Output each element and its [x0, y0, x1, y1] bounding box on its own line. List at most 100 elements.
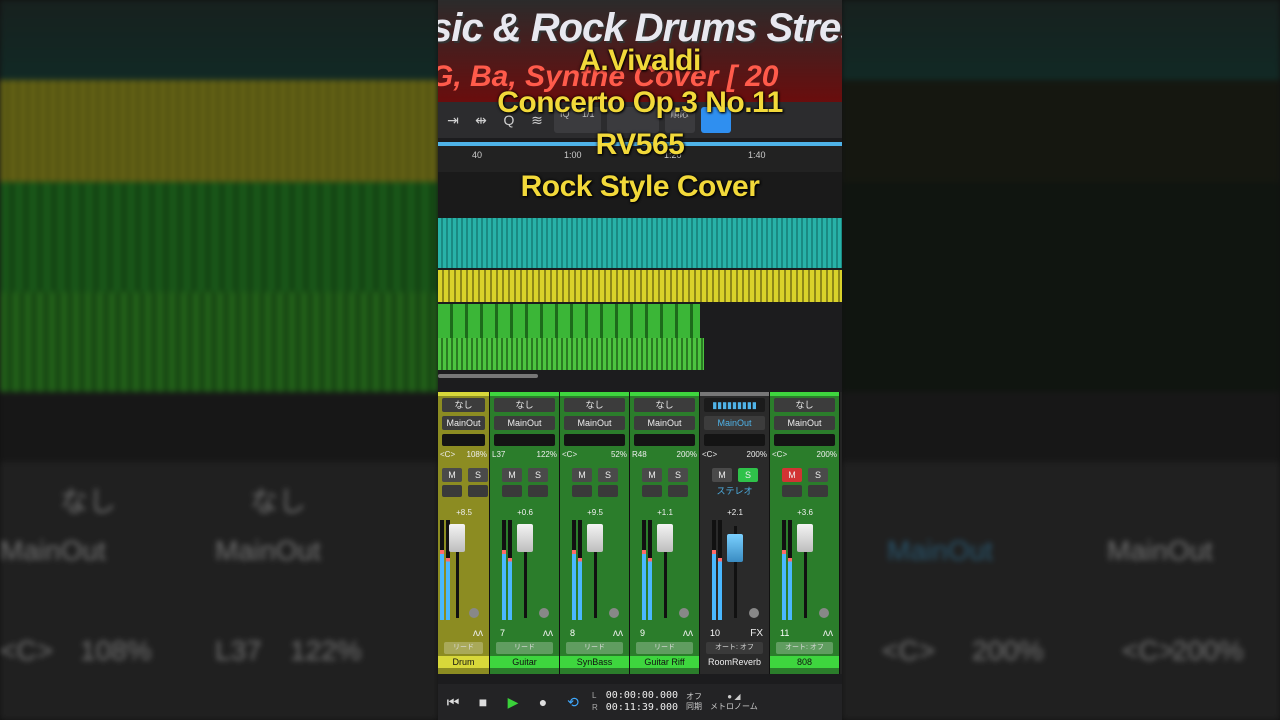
mute-button[interactable]: M — [782, 468, 802, 482]
ghost-pan-r: <C> — [882, 635, 935, 666]
horizontal-scrollbar[interactable] — [438, 374, 538, 378]
automation-mode[interactable]: オート: オフ — [706, 642, 763, 654]
volume-fader[interactable] — [657, 524, 673, 552]
send-slot[interactable]: なし — [442, 398, 485, 412]
audio-region-guitar[interactable] — [438, 270, 842, 302]
record-icon[interactable]: ● — [532, 694, 554, 710]
stop-icon[interactable]: ■ — [472, 694, 494, 710]
channel-strip-808: なし MainOut <C> 200% M S +3.6 11 ʌʌ オート: オフ 808 — [770, 392, 840, 674]
record-arm-button[interactable] — [598, 485, 618, 497]
mute-button[interactable]: M — [442, 468, 462, 482]
channel-name[interactable]: Guitar — [490, 656, 559, 668]
output-selector[interactable]: MainOut — [634, 416, 695, 430]
send-knob[interactable] — [749, 608, 759, 618]
mute-button[interactable]: M — [502, 468, 522, 482]
pan-control[interactable] — [704, 434, 765, 446]
waveform-icon[interactable]: ʌʌ — [473, 628, 483, 639]
output-selector[interactable]: MainOut — [442, 416, 485, 430]
automation-mode[interactable]: オート: オフ — [776, 642, 833, 654]
ghost-pan: <C> — [0, 635, 53, 666]
channel-number: 11 — [780, 628, 790, 638]
pan-value: L37 122% — [492, 450, 557, 459]
automation-mode[interactable]: リード — [636, 642, 693, 654]
gain-value: +2.1 — [727, 508, 743, 517]
solo-button[interactable]: S — [668, 468, 688, 482]
monitor-button[interactable] — [642, 485, 662, 497]
waveform-icon[interactable]: ʌʌ — [613, 628, 623, 639]
send-knob[interactable] — [679, 608, 689, 618]
output-selector[interactable]: MainOut — [704, 416, 765, 430]
volume-fader[interactable] — [449, 524, 465, 552]
channel-name[interactable]: RoomReverb — [700, 656, 769, 668]
waveform-icon[interactable]: ʌʌ — [683, 628, 693, 639]
pan-value: <C> 200% — [772, 450, 837, 459]
channel-name[interactable]: Drum — [438, 656, 489, 668]
level-meter — [788, 520, 792, 620]
audio-region-drum[interactable] — [438, 218, 842, 268]
loop-icon[interactable]: ⟲ — [562, 694, 584, 711]
output-selector[interactable]: MainOut — [564, 416, 625, 430]
send-slot[interactable]: なし — [634, 398, 695, 412]
ghost-pan-2: L37 — [215, 635, 262, 666]
pan-value: R48 200% — [632, 450, 697, 459]
channel-name[interactable]: 808 — [770, 656, 839, 668]
record-arm-button[interactable] — [808, 485, 828, 497]
pan-control[interactable] — [442, 434, 485, 446]
record-arm-button[interactable] — [668, 485, 688, 497]
pan-control[interactable] — [774, 434, 835, 446]
volume-fader[interactable] — [587, 524, 603, 552]
sync-control[interactable]: オフ 同期 — [686, 692, 702, 712]
pan-control[interactable] — [634, 434, 695, 446]
channel-name[interactable]: SynBass — [560, 656, 629, 668]
play-icon[interactable]: ▶ — [502, 694, 524, 711]
solo-button[interactable]: S — [468, 468, 488, 482]
mute-button[interactable]: M — [572, 468, 592, 482]
record-arm-button[interactable] — [528, 485, 548, 497]
volume-fader[interactable] — [727, 534, 743, 562]
pan-control[interactable] — [564, 434, 625, 446]
volume-fader[interactable] — [797, 524, 813, 552]
mute-button[interactable]: M — [712, 468, 732, 482]
send-knob[interactable] — [609, 608, 619, 618]
monitor-button[interactable] — [442, 485, 462, 497]
mute-button[interactable]: M — [642, 468, 662, 482]
monitor-button[interactable] — [502, 485, 522, 497]
automation-mode[interactable]: リード — [496, 642, 553, 654]
waveform-icon[interactable]: ʌʌ — [543, 628, 553, 639]
send-slot[interactable]: なし — [774, 398, 835, 412]
waveform-icon[interactable]: ʌʌ — [823, 628, 833, 639]
record-arm-button[interactable] — [468, 485, 488, 497]
solo-button[interactable]: S — [808, 468, 828, 482]
solo-button[interactable]: S — [738, 468, 758, 482]
ghost-output-r: MainOut — [887, 535, 993, 566]
overlay-line-1: A.Vivaldi — [579, 44, 701, 77]
audio-region-synbass[interactable] — [438, 304, 700, 338]
channel-strip-drum: なし MainOut <C> 108% M S +8.5 ʌʌ リード Drum — [438, 392, 490, 674]
metronome-control[interactable]: ● ◢ メトロノーム — [710, 692, 758, 712]
output-selector[interactable]: MainOut — [774, 416, 835, 430]
channel-name[interactable]: Guitar Riff — [630, 656, 699, 668]
send-knob[interactable] — [539, 608, 549, 618]
ghost-width-2: 122% — [290, 635, 362, 666]
send-knob[interactable] — [819, 608, 829, 618]
monitor-button[interactable] — [782, 485, 802, 497]
audio-region-guitar-riff[interactable] — [438, 338, 704, 370]
solo-button[interactable]: S — [598, 468, 618, 482]
ghost-output-r2: MainOut — [1107, 535, 1213, 566]
daw-screen: sic & Rock Drums Stres G, Ba, Synthe Cov… — [438, 0, 842, 720]
level-meter — [718, 520, 722, 620]
automation-mode[interactable]: リード — [566, 642, 623, 654]
automation-mode[interactable]: リード — [444, 642, 483, 654]
output-selector[interactable]: MainOut — [494, 416, 555, 430]
send-slot[interactable]: なし — [494, 398, 555, 412]
level-meter — [712, 520, 716, 620]
monitor-button[interactable] — [572, 485, 592, 497]
volume-fader[interactable] — [517, 524, 533, 552]
rewind-icon[interactable]: ⏮ — [442, 694, 464, 711]
overlay-line-3: RV565 — [595, 128, 685, 161]
background-right-blur: MainOut MainOut <C> 200% <C> 200% — [842, 0, 1280, 720]
pan-control[interactable] — [494, 434, 555, 446]
send-knob[interactable] — [469, 608, 479, 618]
send-slot[interactable]: なし — [564, 398, 625, 412]
solo-button[interactable]: S — [528, 468, 548, 482]
